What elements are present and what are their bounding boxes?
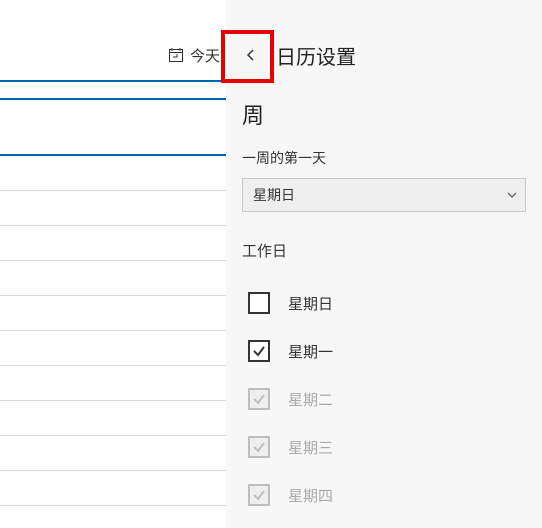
workday-checkbox [248, 388, 270, 410]
calendar-header: 今天 [0, 30, 226, 80]
today-label: 今天 [190, 45, 220, 66]
empty-space [0, 100, 226, 154]
settings-title: 日历设置 [276, 41, 356, 70]
chevron-left-icon [244, 48, 258, 62]
week-section-title: 周 [242, 98, 526, 130]
workday-label: 星期二 [288, 389, 333, 410]
workday-label: 星期一 [288, 341, 333, 362]
workday-checkbox [248, 484, 270, 506]
time-row[interactable] [0, 156, 226, 191]
workday-row: 星期日 [242, 279, 526, 327]
time-row[interactable] [0, 401, 226, 436]
workday-checkbox[interactable] [248, 340, 270, 362]
check-icon [252, 392, 266, 406]
workdays-label: 工作日 [242, 240, 526, 261]
time-row[interactable] [0, 366, 226, 401]
time-row[interactable] [0, 191, 226, 226]
time-grid [0, 156, 226, 506]
first-day-label: 一周的第一天 [242, 148, 526, 168]
back-button[interactable] [226, 30, 276, 80]
workday-row: 星期四 [242, 471, 526, 519]
workdays-list: 星期日星期一星期二星期三星期四 [242, 279, 526, 519]
settings-body: 周 一周的第一天 星期日 工作日 星期日星期一星期二星期三星期四 [226, 80, 542, 519]
app-window: 今天 日历设置 周 [0, 0, 542, 528]
workday-row: 星期二 [242, 375, 526, 423]
workday-row: 星期一 [242, 327, 526, 375]
calendar-settings-pane: 日历设置 周 一周的第一天 星期日 工作日 星期日星期一星期二星期三星期四 [226, 0, 542, 528]
chevron-down-icon [507, 187, 517, 203]
workday-label: 星期三 [288, 437, 333, 458]
workday-label: 星期日 [288, 293, 333, 314]
time-row[interactable] [0, 296, 226, 331]
today-button[interactable]: 今天 [168, 45, 220, 66]
check-icon [252, 488, 266, 502]
check-icon [252, 440, 266, 454]
settings-header: 日历设置 [226, 30, 542, 80]
selected-day-band [0, 80, 226, 100]
calendar-today-icon [168, 47, 184, 63]
first-day-value: 星期日 [253, 185, 295, 205]
time-row[interactable] [0, 436, 226, 471]
workday-row: 星期三 [242, 423, 526, 471]
time-row[interactable] [0, 226, 226, 261]
workday-checkbox [248, 436, 270, 458]
time-row[interactable] [0, 261, 226, 296]
time-row[interactable] [0, 471, 226, 506]
workday-label: 星期四 [288, 485, 333, 506]
check-icon [252, 344, 266, 358]
time-row[interactable] [0, 331, 226, 366]
calendar-body [0, 80, 226, 528]
workday-checkbox[interactable] [248, 292, 270, 314]
first-day-select[interactable]: 星期日 [242, 178, 526, 212]
